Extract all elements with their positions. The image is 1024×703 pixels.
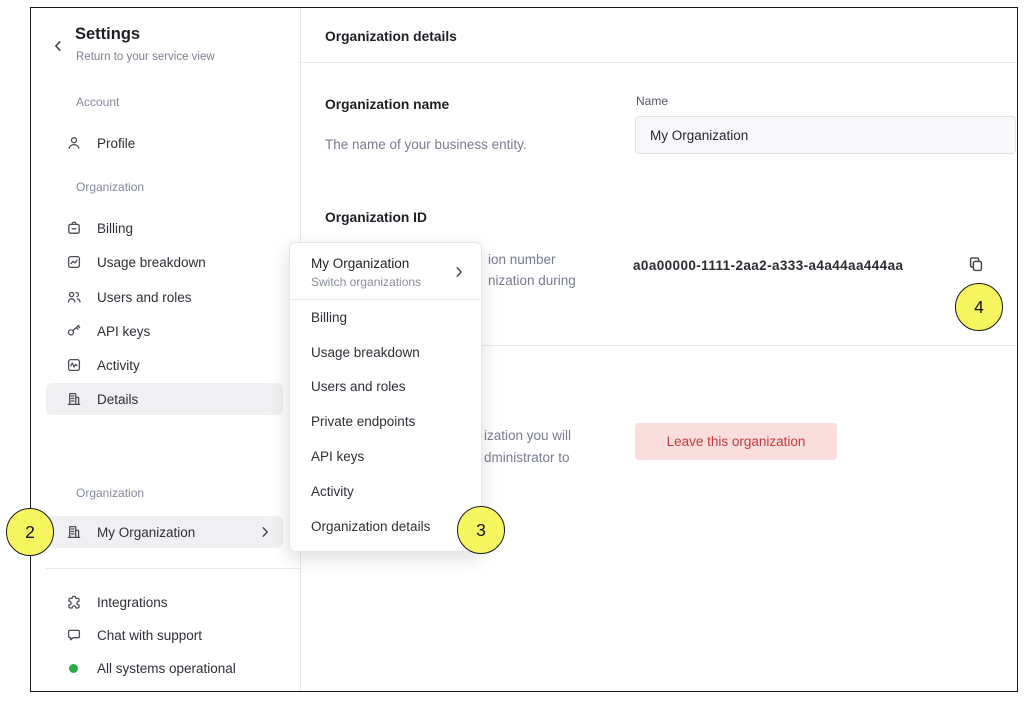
- menu-item-activity[interactable]: Activity: [290, 474, 481, 509]
- building-icon: [66, 391, 82, 407]
- sidebar-item-label: Billing: [97, 221, 133, 236]
- sidebar-item-label: API keys: [97, 324, 150, 339]
- status-dot-icon: [66, 660, 82, 676]
- sidebar-item-api-keys[interactable]: API keys: [46, 315, 283, 347]
- org-id-section-title: Organization ID: [325, 210, 427, 225]
- users-icon: [66, 289, 82, 305]
- org-id-description-fragment: ion number: [488, 252, 556, 267]
- billing-icon: [66, 220, 82, 236]
- sidebar-item-profile[interactable]: Profile: [46, 127, 283, 159]
- chart-icon: [66, 254, 82, 270]
- sidebar-item-usage-breakdown[interactable]: Usage breakdown: [46, 246, 283, 278]
- building-icon: [66, 524, 82, 540]
- chat-bubble-icon: [66, 627, 82, 643]
- section-label-organization: Organization: [76, 180, 144, 194]
- header-divider: [301, 62, 1017, 63]
- menu-org-subtitle: Switch organizations: [311, 275, 421, 289]
- menu-item-billing[interactable]: Billing: [290, 300, 481, 335]
- menu-org-switcher[interactable]: My Organization Switch organizations: [290, 243, 481, 299]
- org-name-section-title: Organization name: [325, 97, 449, 112]
- chevron-right-icon: [451, 264, 467, 280]
- org-id-description-fragment: nization during: [488, 273, 576, 288]
- sidebar-item-label: My Organization: [97, 525, 195, 540]
- chevron-left-icon: [50, 38, 66, 54]
- person-icon: [66, 135, 82, 151]
- sidebar-item-label: Usage breakdown: [97, 255, 206, 270]
- sidebar-item-label: Details: [97, 392, 138, 407]
- activity-icon: [66, 357, 82, 373]
- key-icon: [66, 323, 82, 339]
- chevron-right-icon: [257, 524, 273, 540]
- sidebar-item-billing[interactable]: Billing: [46, 212, 283, 244]
- sidebar-item-label: Activity: [97, 358, 140, 373]
- page-title: Organization details: [325, 29, 457, 44]
- sidebar-item-my-organization[interactable]: My Organization: [46, 516, 283, 548]
- organization-name-input[interactable]: [635, 116, 1016, 154]
- back-button[interactable]: [50, 38, 66, 59]
- leave-organization-button[interactable]: Leave this organization: [635, 423, 837, 460]
- sidebar-item-chat-with-support[interactable]: Chat with support: [46, 619, 283, 651]
- menu-item-organization-details[interactable]: Organization details: [290, 509, 481, 544]
- section-label-account: Account: [76, 95, 119, 109]
- annotation-badge-3: 3: [457, 506, 505, 554]
- organization-id-value: a0a00000-1111-2aa2-a333-a4a44aa444aa: [633, 258, 903, 273]
- sidebar-item-integrations[interactable]: Integrations: [46, 586, 283, 618]
- name-field-label: Name: [636, 94, 668, 108]
- menu-item-api-keys[interactable]: API keys: [290, 439, 481, 474]
- copy-icon: [967, 255, 985, 273]
- annotation-badge-4: 4: [955, 283, 1003, 331]
- menu-org-title: My Organization: [311, 256, 421, 271]
- sidebar-item-label: All systems operational: [97, 661, 236, 676]
- org-name-description: The name of your business entity.: [325, 137, 527, 152]
- sidebar-divider: [46, 568, 300, 569]
- menu-items: Billing Usage breakdown Users and roles …: [290, 300, 481, 544]
- organization-switcher-menu: My Organization Switch organizations Bil…: [289, 242, 482, 552]
- settings-page: Settings Return to your service view Acc…: [0, 0, 1024, 703]
- puzzle-icon: [66, 594, 82, 610]
- sidebar-item-activity[interactable]: Activity: [46, 349, 283, 381]
- sidebar-title: Settings: [75, 25, 140, 44]
- section-label-organization-switcher: Organization: [76, 486, 144, 500]
- leave-description-fragment: ization you will: [484, 428, 571, 443]
- menu-item-users-and-roles[interactable]: Users and roles: [290, 370, 481, 405]
- sidebar-item-label: Integrations: [97, 595, 168, 610]
- menu-item-usage-breakdown[interactable]: Usage breakdown: [290, 335, 481, 370]
- sidebar-item-details[interactable]: Details: [46, 383, 283, 415]
- copy-button[interactable]: [963, 251, 989, 277]
- leave-description-fragment: dministrator to: [484, 450, 570, 465]
- annotation-badge-2: 2: [6, 508, 54, 556]
- menu-item-private-endpoints[interactable]: Private endpoints: [290, 404, 481, 439]
- sidebar-item-label: Chat with support: [97, 628, 202, 643]
- sidebar-item-label: Profile: [97, 136, 135, 151]
- sidebar-item-users-and-roles[interactable]: Users and roles: [46, 281, 283, 313]
- sidebar-subtitle[interactable]: Return to your service view: [76, 51, 215, 63]
- sidebar-item-label: Users and roles: [97, 290, 192, 305]
- sidebar-item-system-status[interactable]: All systems operational: [46, 652, 283, 684]
